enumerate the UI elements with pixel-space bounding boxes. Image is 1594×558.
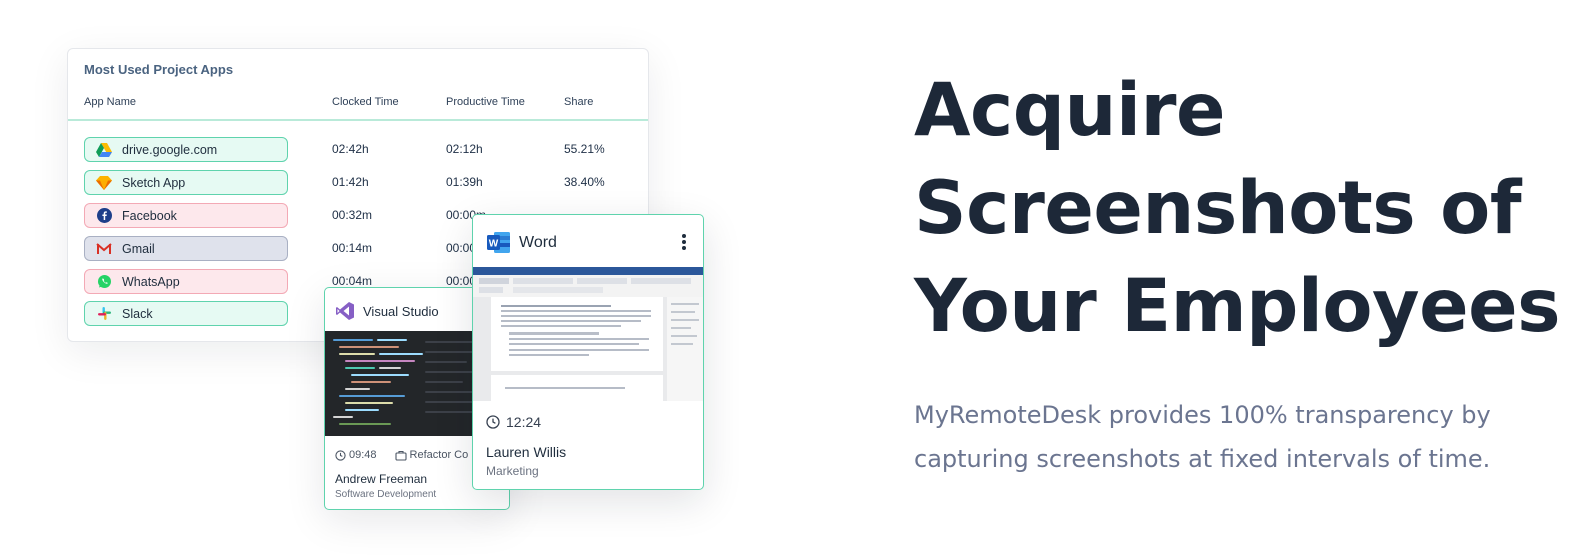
clock-icon bbox=[486, 415, 500, 429]
whatsapp-icon bbox=[95, 273, 113, 291]
briefcase-icon bbox=[394, 450, 407, 461]
vs-user-department: Software Development bbox=[335, 489, 437, 500]
word-user-department: Marketing bbox=[486, 464, 539, 478]
visual-studio-icon bbox=[335, 301, 355, 321]
share: 55.21% bbox=[564, 142, 605, 156]
app-pill[interactable]: Sketch App bbox=[84, 170, 288, 195]
clocked-time: 00:32m bbox=[332, 208, 373, 222]
svg-text:W: W bbox=[489, 238, 499, 249]
header-divider bbox=[68, 119, 648, 121]
app-pill[interactable]: Gmail bbox=[84, 236, 288, 261]
app-pill[interactable]: drive.google.com bbox=[84, 137, 288, 162]
hero-subtitle: MyRemoteDesk provides 100% transparency … bbox=[914, 393, 1574, 481]
hero-title-line: Your Employees bbox=[914, 264, 1561, 349]
facebook-icon bbox=[95, 207, 113, 225]
column-header-app-name[interactable]: App Name bbox=[84, 96, 136, 108]
word-time-value: 12:24 bbox=[506, 414, 542, 430]
hero-subtitle-line: MyRemoteDesk provides 100% transparency … bbox=[914, 401, 1491, 429]
column-header-share[interactable]: Share bbox=[564, 96, 593, 108]
vs-task: Refactor Co bbox=[409, 449, 469, 461]
sketch-icon bbox=[95, 174, 113, 192]
app-name: Facebook bbox=[122, 208, 177, 223]
slack-icon bbox=[95, 305, 113, 323]
word-icon: W bbox=[486, 230, 511, 255]
apps-card-title: Most Used Project Apps bbox=[84, 62, 234, 77]
vs-card-header: Visual Studio bbox=[335, 301, 439, 321]
hero-title-line: Acquire bbox=[914, 68, 1226, 153]
clocked-time: 01:42h bbox=[332, 175, 369, 189]
more-options-icon[interactable] bbox=[682, 234, 686, 252]
app-name: Sketch App bbox=[122, 175, 186, 190]
app-pill[interactable]: WhatsApp bbox=[84, 269, 288, 294]
column-header-clocked-time[interactable]: Clocked Time bbox=[332, 96, 399, 108]
clocked-time: 00:04m bbox=[332, 274, 373, 288]
gmail-icon bbox=[95, 240, 113, 258]
share: 38.40% bbox=[564, 175, 605, 189]
hero-subtitle-line: capturing screenshots at fixed intervals… bbox=[914, 445, 1491, 473]
clock-icon bbox=[335, 449, 346, 461]
vs-app-name: Visual Studio bbox=[363, 303, 439, 319]
productive-time: 02:12h bbox=[446, 142, 483, 156]
app-pill[interactable]: Facebook bbox=[84, 203, 288, 228]
app-name: Slack bbox=[122, 306, 153, 321]
column-header-productive-time[interactable]: Productive Time bbox=[446, 96, 525, 108]
word-screenshot[interactable] bbox=[473, 267, 703, 401]
table-row[interactable]: Sketch App 01:42h 01:39h 38.40% bbox=[68, 170, 648, 196]
app-pill[interactable]: Slack bbox=[84, 301, 288, 326]
word-time: 12:24 bbox=[486, 414, 541, 430]
app-name: Gmail bbox=[122, 241, 155, 256]
word-card-header: W Word bbox=[486, 230, 557, 255]
hero-title: Acquire Screenshots of Your Employees bbox=[914, 62, 1574, 356]
word-app-name: Word bbox=[519, 233, 557, 251]
word-user-name: Lauren Willis bbox=[486, 444, 567, 460]
clocked-time: 00:14m bbox=[332, 241, 373, 255]
hero-title-line: Screenshots of bbox=[914, 166, 1522, 251]
vs-time: 09:48 bbox=[349, 449, 377, 461]
app-name: drive.google.com bbox=[122, 142, 218, 157]
app-name: WhatsApp bbox=[122, 274, 180, 289]
vs-meta: 09:48 Refactor Co bbox=[335, 449, 468, 461]
google-drive-icon bbox=[95, 141, 113, 159]
productive-time: 01:39h bbox=[446, 175, 483, 189]
clocked-time: 02:42h bbox=[332, 142, 369, 156]
vs-user-name: Andrew Freeman bbox=[335, 472, 428, 486]
word-screenshot-card[interactable]: W Word 12:24 Lauren Willis Marketing bbox=[472, 214, 704, 490]
table-row[interactable]: drive.google.com 02:42h 02:12h 55.21% bbox=[68, 137, 648, 163]
